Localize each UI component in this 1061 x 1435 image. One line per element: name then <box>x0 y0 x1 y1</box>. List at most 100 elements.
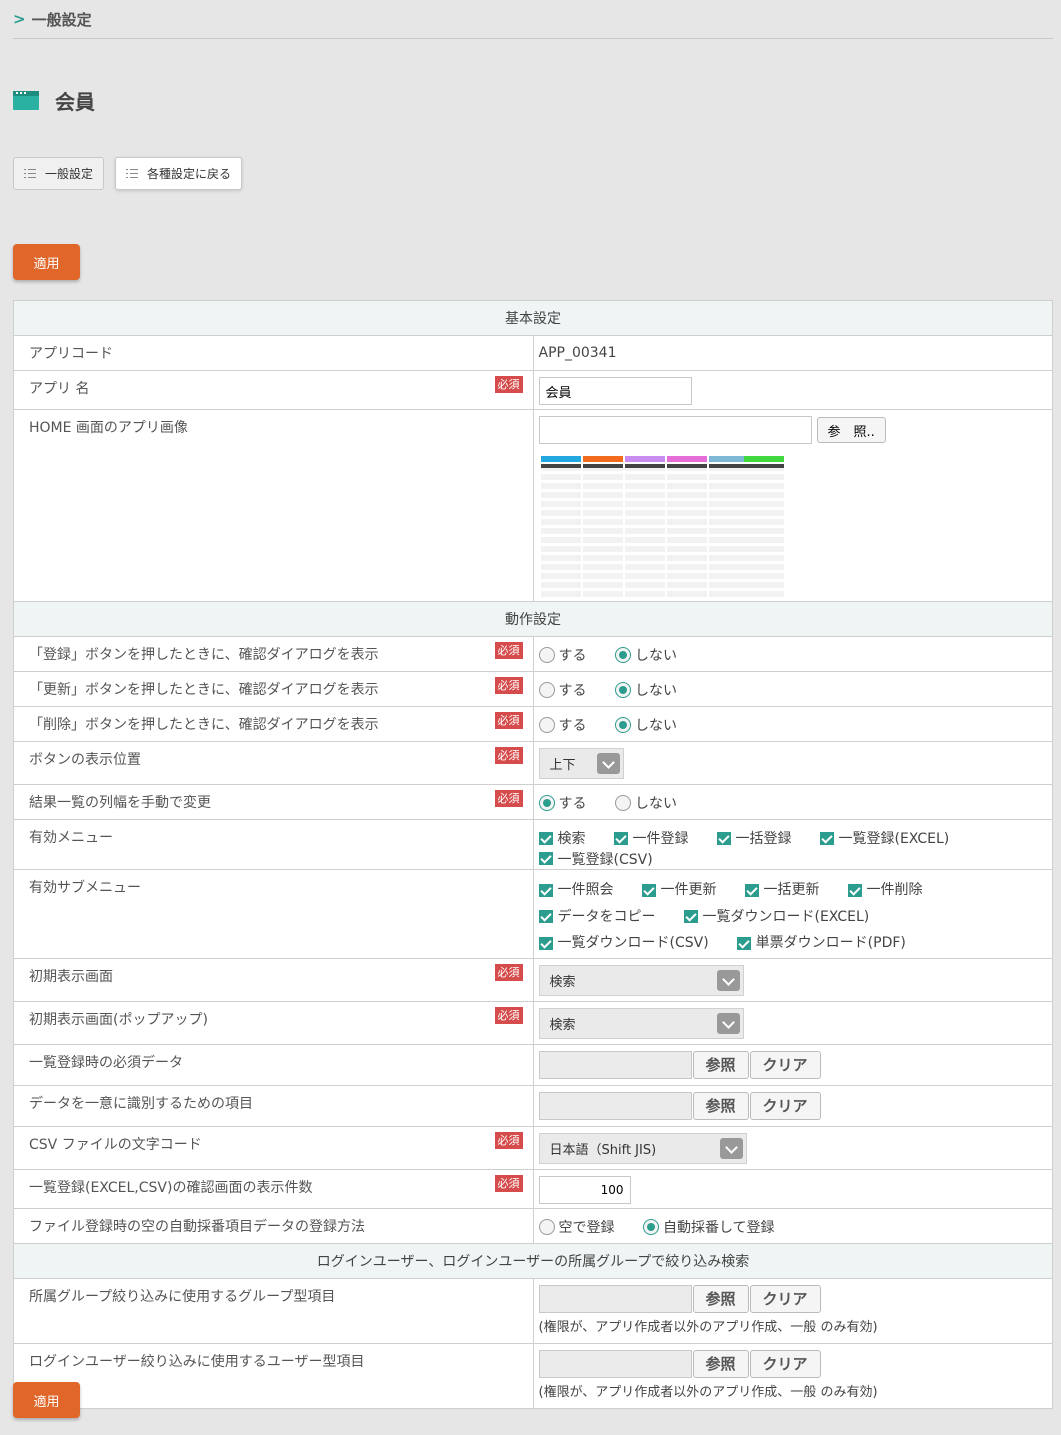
user-filter-field[interactable] <box>538 1349 692 1378</box>
clear-button[interactable]: クリア <box>749 1091 821 1120</box>
radio-label: する <box>558 683 587 699</box>
clear-button[interactable]: クリア <box>749 1050 821 1079</box>
group-filter-label: 所属グループ絞り込みに使用するグループ型項目 <box>13 1277 534 1344</box>
initial-screen-label: 初期表示画面 必須 <box>13 957 534 1002</box>
radio-yes[interactable]: する <box>538 645 587 665</box>
image-file-input[interactable] <box>538 416 812 444</box>
browse-button[interactable]: 参照 <box>692 1349 749 1378</box>
group-filter-field[interactable] <box>538 1284 692 1313</box>
clear-button[interactable]: クリア <box>749 1284 821 1313</box>
submenu-checkbox[interactable]: 一件更新 <box>641 878 717 902</box>
checkbox-label: 一件削除 <box>866 882 923 898</box>
unique-item-label: データを一意に識別するための項目 <box>13 1084 534 1127</box>
submenu-checkbox[interactable]: 単票ダウンロード(PDF) <box>736 931 906 955</box>
general-settings-button[interactable]: 一般設定 <box>13 157 105 190</box>
chevron-down-icon <box>596 753 620 774</box>
browse-button[interactable]: 参照 <box>692 1284 749 1313</box>
section-basic: 基本設定 <box>13 300 1053 336</box>
radio-yes[interactable]: する <box>538 715 587 735</box>
submenu-checkbox[interactable]: 一覧ダウンロード(CSV) <box>538 931 709 955</box>
radio-auto[interactable]: 自動採番して登録 <box>642 1217 775 1237</box>
chevron-down-icon <box>716 1012 740 1034</box>
checkbox-label: 検索 <box>557 831 586 847</box>
required-data-field[interactable] <box>538 1050 692 1079</box>
label-text: ボタンの表示位置 <box>29 752 141 768</box>
menu-checkbox[interactable]: 検索 <box>538 828 586 848</box>
radio-no[interactable]: しない <box>614 645 677 665</box>
submenu-checkbox[interactable]: 一件削除 <box>847 878 923 902</box>
checkbox-icon <box>613 831 628 845</box>
checkbox-label: 単票ダウンロード(PDF) <box>755 935 906 951</box>
chevron-down-icon <box>716 969 740 991</box>
label-text: ファイル登録時の空の自動採番項目データの登録方法 <box>29 1218 365 1235</box>
required-badge: 必須 <box>494 1131 523 1149</box>
unique-item-field[interactable] <box>538 1091 692 1120</box>
checkbox-label: 一件登録 <box>632 831 689 847</box>
submenu-checkbox[interactable]: 一括更新 <box>744 878 820 902</box>
select-value: 上下 <box>549 758 576 773</box>
select-value: 日本語（Shift JIS) <box>549 1142 657 1158</box>
page-header: 会員 <box>13 86 95 115</box>
permission-note: (権限が、アプリ作成者以外のアプリ作成、一般 のみ有効) <box>538 1319 878 1335</box>
radio-no[interactable]: しない <box>614 793 677 813</box>
checkbox-label: 一覧ダウンロード(EXCEL) <box>702 908 870 925</box>
chevron-down-icon <box>719 1137 743 1159</box>
select-value: 検索 <box>549 974 576 990</box>
required-badge: 必須 <box>494 642 523 659</box>
apply-button-top[interactable]: 適用 <box>13 244 80 280</box>
window-icon <box>13 91 39 110</box>
radio-yes[interactable]: する <box>538 793 587 813</box>
app-code-value: APP_00341 <box>532 335 1053 371</box>
back-to-settings-button[interactable]: 各種設定に戻る <box>115 157 243 190</box>
label-text: 有効メニュー <box>29 830 113 846</box>
checkbox-label: 一覧登録(CSV) <box>557 851 653 868</box>
csv-encoding-select[interactable]: 日本語（Shift JIS) <box>538 1132 747 1164</box>
required-badge: 必須 <box>494 747 523 764</box>
radio-no[interactable]: しない <box>614 715 677 735</box>
checkbox-label: 一括更新 <box>763 882 820 898</box>
initial-screen-select[interactable]: 検索 <box>538 964 744 996</box>
menu-checkbox[interactable]: 一括登録 <box>716 828 792 848</box>
submenu-checkbox[interactable]: 一件照会 <box>538 878 614 902</box>
submenu-checkbox[interactable]: 一覧ダウンロード(EXCEL) <box>683 905 870 929</box>
image-browse-button[interactable]: 参 照.. <box>816 417 886 443</box>
radio-no[interactable]: しない <box>614 680 677 700</box>
clear-button[interactable]: クリア <box>749 1349 821 1378</box>
apply-button-bottom[interactable]: 適用 <box>13 1382 80 1418</box>
browse-button[interactable]: 参照 <box>692 1091 749 1120</box>
label-text: 「更新」ボタンを押したときに、確認ダイアログを表示 <box>29 682 379 698</box>
required-badge: 必須 <box>494 712 523 729</box>
menu-checkbox[interactable]: 一件登録 <box>613 828 689 848</box>
section-login: ログインユーザー、ログインユーザーの所属グループで絞り込み検索 <box>13 1242 1053 1279</box>
menu-checkbox[interactable]: 一覧登録(CSV) <box>538 849 653 869</box>
radio-empty[interactable]: 空で登録 <box>538 1217 615 1237</box>
required-data-label: 一覧登録時の必須データ <box>13 1043 534 1086</box>
radio-selected-icon <box>614 717 631 733</box>
label-text: 「登録」ボタンを押したときに、確認ダイアログを表示 <box>29 647 379 663</box>
checkbox-icon <box>819 831 834 845</box>
label-text: HOME 画面のアプリ画像 <box>29 420 188 436</box>
checkbox-label: 一件更新 <box>660 882 717 898</box>
label-text: アプリ 名 <box>29 381 90 397</box>
label-text: 初期表示画面(ポップアップ) <box>29 1011 208 1028</box>
radio-label: する <box>558 796 587 812</box>
home-image-label: HOME 画面のアプリ画像 <box>13 409 534 602</box>
user-filter-label: ログインユーザー絞り込みに使用するユーザー型項目 <box>13 1342 534 1409</box>
checkbox-icon <box>736 936 751 950</box>
submenu-checkbox[interactable]: データをコピー <box>538 905 656 929</box>
label-text: 「削除」ボタンを押したときに、確認ダイアログを表示 <box>29 717 379 733</box>
radio-label: しない <box>634 648 677 664</box>
confirm-count-input[interactable] <box>538 1175 631 1204</box>
back-to-settings-label: 各種設定に戻る <box>147 167 232 181</box>
browse-button[interactable]: 参照 <box>692 1050 749 1079</box>
label-text: 一覧登録時の必須データ <box>29 1054 183 1071</box>
radio-label: しない <box>634 718 677 734</box>
required-badge: 必須 <box>494 1006 523 1024</box>
radio-yes[interactable]: する <box>538 680 587 700</box>
initial-popup-select[interactable]: 検索 <box>538 1007 744 1039</box>
button-position-select[interactable]: 上下 <box>538 748 624 779</box>
checkbox-icon <box>538 852 553 865</box>
app-name-input[interactable] <box>538 377 692 405</box>
radio-label: しない <box>634 683 677 699</box>
menu-checkbox[interactable]: 一覧登録(EXCEL) <box>819 828 949 848</box>
